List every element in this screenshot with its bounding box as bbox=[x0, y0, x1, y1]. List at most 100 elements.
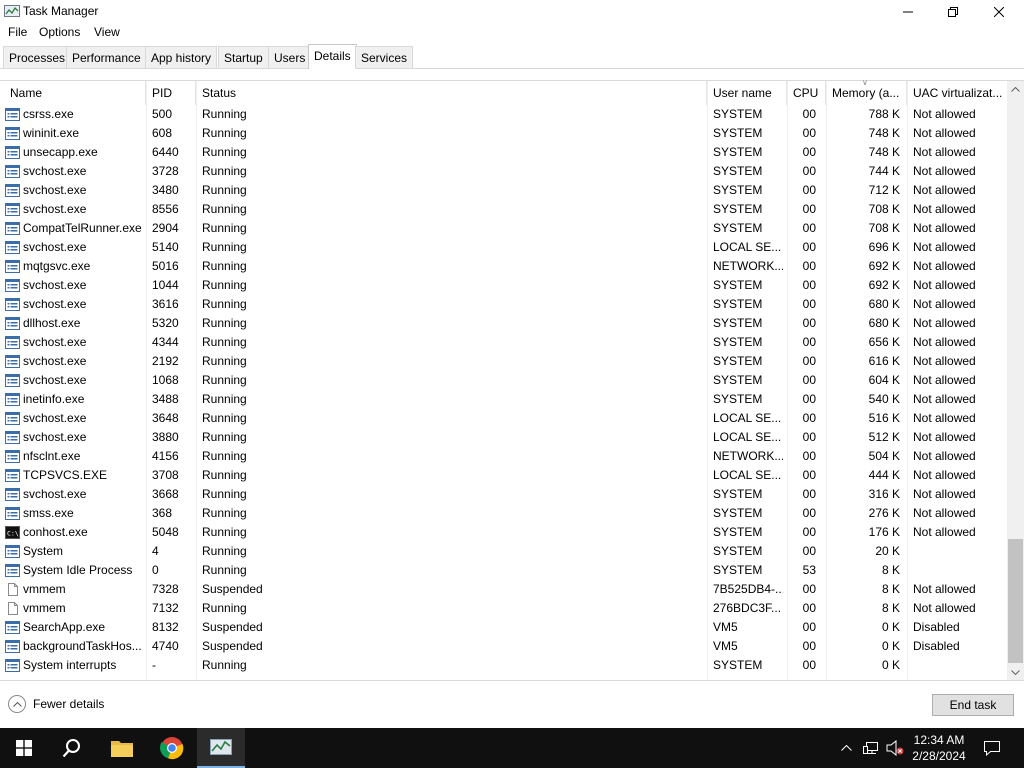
table-row[interactable]: System Idle Process 0 Running SYSTEM 53 8 K bbox=[0, 561, 1007, 580]
table-row[interactable]: System 4 Running SYSTEM 00 20 K bbox=[0, 542, 1007, 561]
taskbar: 12:34 AM 2/28/2024 bbox=[0, 728, 1024, 768]
table-row[interactable]: vmmem 7132 Running 276BDC3F... 00 8 K Not allo… bbox=[0, 599, 1007, 618]
close-button[interactable] bbox=[976, 0, 1022, 24]
table-row[interactable]: svchost.exe 5140 Running LOCAL SE... 00 696 K… bbox=[0, 238, 1007, 257]
process-uac: Not allowed bbox=[913, 582, 976, 596]
table-row[interactable]: svchost.exe 4344 Running SYSTEM 00 656 K Not a… bbox=[0, 333, 1007, 352]
process-cpu: 00 bbox=[802, 316, 816, 330]
table-row[interactable]: inetinfo.exe 3488 Running SYSTEM 00 540 K Not … bbox=[0, 390, 1007, 409]
file-explorer-button[interactable] bbox=[98, 728, 146, 768]
table-row[interactable]: svchost.exe 3728 Running SYSTEM 00 744 K Not a… bbox=[0, 162, 1007, 181]
table-row[interactable]: mqtgsvc.exe 5016 Running NETWORK... 00 692 K N… bbox=[0, 257, 1007, 276]
notification-button[interactable] bbox=[978, 728, 1006, 768]
table-row[interactable]: svchost.exe 3480 Running SYSTEM 00 712 K Not a… bbox=[0, 181, 1007, 200]
column-header-status[interactable]: Status bbox=[196, 81, 707, 105]
table-row[interactable]: svchost.exe 2192 Running SYSTEM 00 616 K Not a… bbox=[0, 352, 1007, 371]
menu-view[interactable]: View bbox=[92, 25, 122, 39]
table-row[interactable]: C:\ conhost.exe 5048 Running SYSTEM 00 176 K No… bbox=[0, 523, 1007, 542]
table-row[interactable]: svchost.exe 8556 Running SYSTEM 00 708 K Not a… bbox=[0, 200, 1007, 219]
process-cpu: 00 bbox=[802, 620, 816, 634]
table-row[interactable]: svchost.exe 1068 Running SYSTEM 00 604 K Not a… bbox=[0, 371, 1007, 390]
tab-startup[interactable]: Startup bbox=[218, 46, 269, 68]
process-pid: 608 bbox=[152, 126, 173, 140]
process-name: nfsclnt.exe bbox=[23, 449, 81, 463]
table-row[interactable]: svchost.exe 3668 Running SYSTEM 00 316 K Not a… bbox=[0, 485, 1007, 504]
process-cpu: 00 bbox=[802, 658, 816, 672]
process-status: Running bbox=[202, 487, 247, 501]
column-header-cpu[interactable]: CPU bbox=[787, 81, 826, 105]
table-row[interactable]: svchost.exe 1044 Running SYSTEM 00 692 K Not a… bbox=[0, 276, 1007, 295]
table-row[interactable]: SearchApp.exe 8132 Suspended VM5 00 0 K Disabl… bbox=[0, 618, 1007, 637]
end-task-button[interactable]: End task bbox=[932, 694, 1014, 716]
fewer-details-button[interactable]: Fewer details bbox=[8, 695, 104, 713]
scrollbar-thumb[interactable] bbox=[1008, 539, 1023, 663]
tab-services[interactable]: Services bbox=[355, 46, 414, 68]
process-user: SYSTEM bbox=[713, 221, 763, 235]
process-uac: Disabled bbox=[913, 639, 960, 653]
process-cpu: 00 bbox=[802, 240, 816, 254]
process-pid: 8132 bbox=[152, 620, 179, 634]
process-user: LOCAL SE... bbox=[713, 240, 782, 254]
table-row[interactable]: System interrupts - Running SYSTEM 00 0 K bbox=[0, 656, 1007, 675]
process-name: svchost.exe bbox=[23, 487, 87, 501]
tab-details[interactable]: Details bbox=[308, 44, 357, 69]
table-row[interactable]: vmmem 7328 Suspended 7B525DB4-... 00 8 K Not a… bbox=[0, 580, 1007, 599]
tab-performance[interactable]: Performance bbox=[66, 46, 147, 68]
process-status: Running bbox=[202, 373, 247, 387]
restore-button[interactable] bbox=[930, 0, 976, 24]
search-button[interactable] bbox=[48, 728, 96, 768]
process-user: 7B525DB4-... bbox=[713, 582, 783, 596]
process-pid: 500 bbox=[152, 107, 173, 121]
table-row[interactable]: csrss.exe 500 Running SYSTEM 00 788 K Not allo… bbox=[0, 105, 1007, 124]
process-pid: 1044 bbox=[152, 278, 179, 292]
table-row[interactable]: backgroundTaskHos... 4740 Suspended VM5 00 0 … bbox=[0, 637, 1007, 656]
sort-descending-icon: ∨ bbox=[862, 78, 868, 87]
table-row[interactable]: smss.exe 368 Running SYSTEM 00 276 K Not allow… bbox=[0, 504, 1007, 523]
process-memory: 708 K bbox=[868, 221, 900, 235]
chrome-button[interactable] bbox=[148, 728, 196, 768]
table-row[interactable]: nfsclnt.exe 4156 Running NETWORK... 00 504 K N… bbox=[0, 447, 1007, 466]
process-pid: 3488 bbox=[152, 392, 179, 406]
process-status: Running bbox=[202, 411, 247, 425]
minimize-button[interactable] bbox=[885, 0, 931, 24]
process-name: SearchApp.exe bbox=[23, 620, 106, 634]
volume-button[interactable] bbox=[884, 728, 906, 768]
tab-processes[interactable]: Processes bbox=[3, 46, 72, 68]
process-cpu: 00 bbox=[802, 639, 816, 653]
clock-time: 12:34 AM bbox=[913, 733, 965, 747]
tab-users[interactable]: Users bbox=[268, 46, 312, 68]
process-name: System Idle Process bbox=[23, 563, 133, 577]
clock[interactable]: 12:34 AM 2/28/2024 bbox=[905, 732, 973, 764]
show-hidden-icons-button[interactable] bbox=[836, 728, 856, 768]
scroll-up-icon[interactable] bbox=[1007, 81, 1024, 98]
table-row[interactable]: svchost.exe 3880 Running LOCAL SE... 00 512 K… bbox=[0, 428, 1007, 447]
process-uac: Not allowed bbox=[913, 202, 976, 216]
process-name: dllhost.exe bbox=[23, 316, 81, 330]
process-cpu: 00 bbox=[802, 107, 816, 121]
process-cpu: 00 bbox=[802, 373, 816, 387]
tab-app-history[interactable]: App history bbox=[145, 46, 218, 68]
menu-options[interactable]: Options bbox=[37, 25, 82, 39]
table-row[interactable]: svchost.exe 3648 Running LOCAL SE... 00 516 K… bbox=[0, 409, 1007, 428]
table-row[interactable]: svchost.exe 3616 Running SYSTEM 00 680 K Not a… bbox=[0, 295, 1007, 314]
table-row[interactable]: dllhost.exe 5320 Running SYSTEM 00 680 K Not a… bbox=[0, 314, 1007, 333]
process-cpu: 00 bbox=[802, 354, 816, 368]
process-pid: 3880 bbox=[152, 430, 179, 444]
task-manager-taskbar-button[interactable] bbox=[197, 728, 245, 768]
table-row[interactable]: TCPSVCS.EXE 3708 Running LOCAL SE... 00 444 K… bbox=[0, 466, 1007, 485]
column-header-pid[interactable]: PID bbox=[146, 81, 196, 105]
column-header-uac-virtualization[interactable]: UAC virtualizat... bbox=[907, 81, 1007, 105]
process-icon bbox=[5, 659, 20, 672]
network-button[interactable] bbox=[860, 728, 882, 768]
table-row[interactable]: wininit.exe 608 Running SYSTEM 00 748 K Not al… bbox=[0, 124, 1007, 143]
table-row[interactable]: CompatTelRunner.exe 2904 Running SYSTEM 00 70… bbox=[0, 219, 1007, 238]
column-header-user-name[interactable]: User name bbox=[707, 81, 787, 105]
vertical-scrollbar[interactable] bbox=[1007, 81, 1024, 681]
scroll-down-icon[interactable] bbox=[1007, 664, 1024, 681]
process-icon bbox=[5, 640, 20, 653]
column-header-name[interactable]: Name bbox=[4, 81, 146, 105]
table-row[interactable]: unsecapp.exe 6440 Running SYSTEM 00 748 K Not … bbox=[0, 143, 1007, 162]
menu-file[interactable]: File bbox=[6, 25, 29, 39]
start-button[interactable] bbox=[0, 728, 48, 768]
process-memory: 748 K bbox=[868, 126, 900, 140]
